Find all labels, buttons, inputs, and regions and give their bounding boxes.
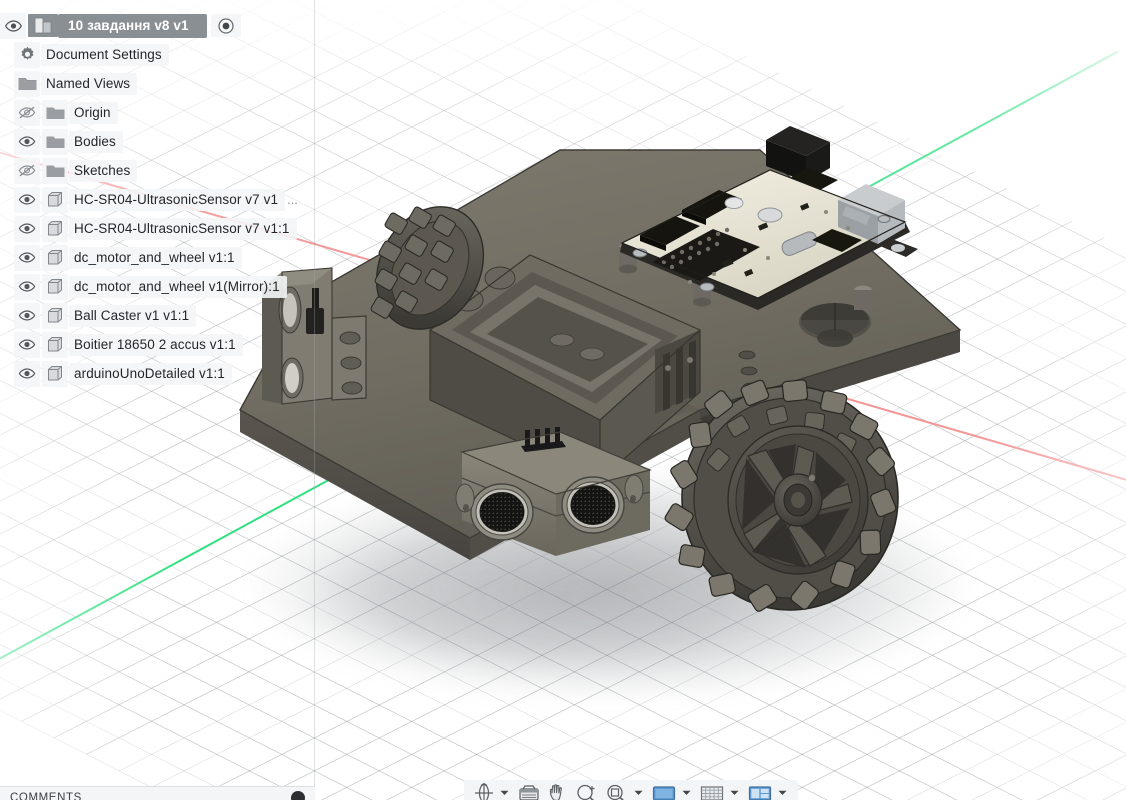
navigation-toolbar[interactable]	[464, 780, 798, 800]
sidebar-item-label: Origin	[69, 101, 118, 124]
eye-visible-icon[interactable]	[14, 244, 40, 271]
sidebar-item-label: dc_motor_and_wheel v1(Mirror):1	[69, 275, 287, 298]
browser-panel-divider[interactable]	[314, 0, 315, 800]
zoom-window-icon[interactable]	[602, 781, 632, 800]
orbit-icon[interactable]	[470, 781, 498, 800]
comments-bar[interactable]: COMMENTS	[0, 786, 315, 800]
eye-visible-icon[interactable]	[14, 215, 40, 242]
eye-visible-icon[interactable]	[14, 331, 40, 358]
sidebar-item-label: arduinoUnoDetailed v1:1	[69, 362, 232, 385]
sidebar-item-label: Ball Caster v1 v1:1	[69, 304, 197, 327]
sidebar-item-label: Sketches	[69, 159, 138, 182]
sidebar-item-document-settings[interactable]: Document Settings	[14, 40, 169, 69]
grid-snaps-icon[interactable]	[696, 781, 728, 800]
eye-visible-icon[interactable]	[14, 186, 40, 213]
sidebar-item-label: Boitier 18650 2 accus v1:1	[69, 333, 243, 356]
radio-selected-icon[interactable]	[210, 14, 241, 37]
sidebar-item-label: dc_motor_and_wheel v1:1	[69, 246, 242, 269]
zoom-icon[interactable]	[572, 781, 602, 800]
sidebar-item-label: Bodies	[69, 130, 123, 153]
look-at-icon[interactable]	[514, 781, 544, 800]
sidebar-item-ball-caster[interactable]: Ball Caster v1 v1:1	[14, 301, 197, 330]
eye-visible-icon[interactable]	[14, 360, 40, 387]
folder-icon	[42, 128, 68, 155]
eye-visible-icon[interactable]	[14, 302, 40, 329]
sidebar-item-dc-motor-1[interactable]: dc_motor_and_wheel v1:1	[14, 243, 242, 272]
sidebar-item-boitier-18650[interactable]: Boitier 18650 2 accus v1:1	[14, 330, 243, 359]
sidebar-item-label: HC-SR04-UltrasonicSensor v7 v1:1	[69, 217, 297, 240]
viewports-chevron-down-icon[interactable]	[776, 781, 788, 800]
sidebar-item-hc-sr04-1[interactable]: HC-SR04-UltrasonicSensor v7 v1 ...	[14, 185, 298, 214]
eye-visible-icon[interactable]	[14, 128, 40, 155]
folder-icon	[42, 157, 68, 184]
component-icon	[42, 302, 68, 329]
eye-visible-icon[interactable]	[14, 273, 40, 300]
sidebar-item-hc-sr04-2[interactable]: HC-SR04-UltrasonicSensor v7 v1:1	[14, 214, 297, 243]
component-icon	[42, 360, 68, 387]
truncation-ellipsis: ...	[287, 192, 298, 207]
component-icon	[42, 215, 68, 242]
sidebar-item-sketches[interactable]: Sketches	[14, 156, 138, 185]
component-icon	[42, 273, 68, 300]
grid-snaps-chevron-down-icon[interactable]	[728, 781, 740, 800]
component-icon	[42, 244, 68, 271]
eye-hidden-icon[interactable]	[14, 99, 40, 126]
document-icon	[28, 14, 58, 37]
display-settings-icon[interactable]	[648, 781, 680, 800]
browser-root-label: 10 завдання v8 v1	[58, 13, 207, 38]
browser-root-row[interactable]: 10 завдання v8 v1	[0, 11, 241, 40]
sidebar-item-dc-motor-mirror[interactable]: dc_motor_and_wheel v1(Mirror):1	[14, 272, 287, 301]
browser-panel[interactable]: 10 завдання v8 v1 Document Settings Name…	[0, 0, 315, 800]
eye-hidden-icon[interactable]	[14, 157, 40, 184]
gear-icon	[14, 41, 40, 68]
sidebar-item-label: Named Views	[41, 72, 138, 95]
component-icon	[42, 331, 68, 358]
comments-label: COMMENTS	[10, 791, 82, 800]
sidebar-item-named-views[interactable]: Named Views	[14, 69, 138, 98]
display-settings-chevron-down-icon[interactable]	[680, 781, 692, 800]
orbit-chevron-down-icon[interactable]	[498, 781, 510, 800]
pan-icon[interactable]	[544, 781, 572, 800]
sidebar-item-origin[interactable]: Origin	[14, 98, 118, 127]
viewports-icon[interactable]	[744, 781, 776, 800]
sidebar-item-label: HC-SR04-UltrasonicSensor v7 v1	[69, 188, 286, 211]
eye-visible-icon[interactable]	[0, 12, 26, 39]
fusion360-window: 10 завдання v8 v1 Document Settings Name…	[0, 0, 1126, 800]
user-avatar[interactable]	[291, 790, 305, 800]
component-icon	[42, 186, 68, 213]
sidebar-item-arduino-uno[interactable]: arduinoUnoDetailed v1:1	[14, 359, 232, 388]
folder-icon	[42, 99, 68, 126]
sidebar-item-label: Document Settings	[41, 43, 169, 66]
zoom-window-chevron-down-icon[interactable]	[632, 781, 644, 800]
sidebar-item-bodies[interactable]: Bodies	[14, 127, 123, 156]
folder-icon	[14, 70, 40, 97]
